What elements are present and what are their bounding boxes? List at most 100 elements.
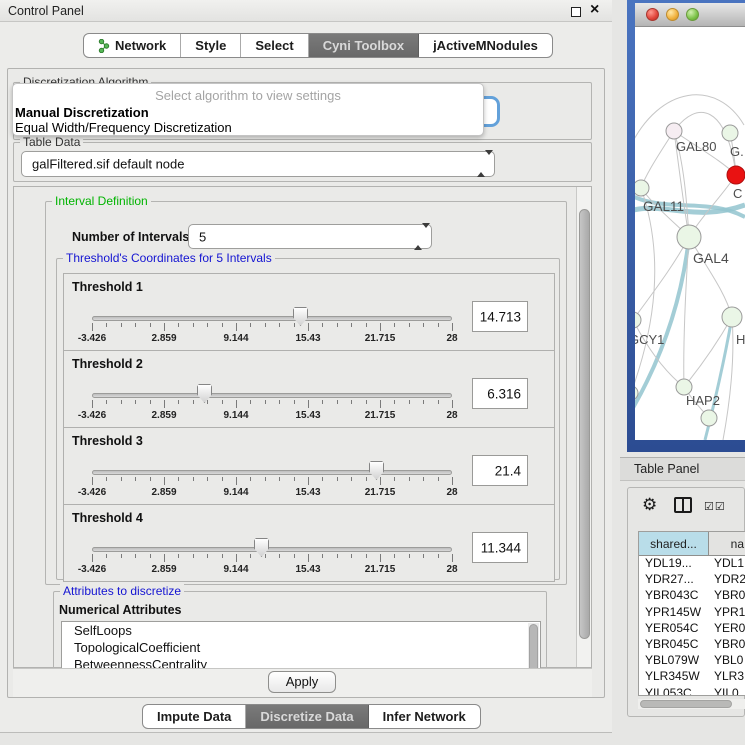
horizontal-scrollbar[interactable] [638,699,745,709]
tick-label: 2.859 [151,410,176,421]
table-row[interactable]: YPR145WYPR1 [639,605,745,621]
vertical-scrollbar[interactable] [576,187,591,667]
top-tab-bar: Network Style SelectCyni Toolbox jActiveMNo… [83,33,553,58]
tick-label: -3.426 [78,333,106,344]
stepper-icon [414,228,423,246]
network-canvas[interactable]: GAL80G.CGAL11GAL4GCY1HHAP2 [635,27,745,440]
threshold-label: Threshold 1 [72,280,143,294]
tab-select[interactable]: Select [241,34,308,57]
tab-jactivemnodules[interactable]: jActiveMNodules [419,34,552,57]
network-graph: GAL80G.CGAL11GAL4GCY1HHAP2 [635,27,745,440]
horizontal-scrollbar-thumb[interactable] [640,700,732,708]
attribute-item[interactable]: SelfLoops [62,622,540,639]
slider-track[interactable] [92,470,452,475]
settings-scrollpane: Interval Definition Number of Intervals … [13,186,592,668]
table-row[interactable]: YLR345WYLR3 [639,669,745,685]
slider-track[interactable] [92,316,452,321]
thresholds-group-title: Threshold's Coordinates for 5 Intervals [63,251,275,265]
tick-label: 15.43 [295,487,320,498]
num-intervals-combo[interactable]: 5 [188,224,432,249]
tick-label: -3.426 [78,410,106,421]
bottom-tab-bar: Impute Data Discretize Data Infer Network [142,704,481,729]
threshold-value: 14.713 [480,309,521,324]
minimize-traffic-light-icon[interactable] [666,8,679,21]
float-window-icon[interactable] [571,7,581,17]
network-node-label: C [733,186,742,201]
slider-track[interactable] [92,547,452,552]
threshold-value-field[interactable]: 21.4 [472,455,528,486]
cell-name: YBR0 [709,637,745,653]
table-header-row: shared... na [639,532,745,556]
gear-icon[interactable]: ⚙ [642,495,657,515]
table-data-group-title: Table Data [20,135,83,149]
tick-label: 15.43 [295,410,320,421]
threshold-value: 11.344 [481,540,521,555]
bottom-tab-discretize-data[interactable]: Discretize Data [246,705,368,728]
apply-button[interactable]: Apply [268,671,336,693]
cell-name: YDR2 [709,572,745,588]
slider-tick-labels: -3.4262.8599.14415.4321.71528 [92,487,452,498]
threshold-value-field[interactable]: 11.344 [472,532,528,563]
table-row[interactable]: YBL079WYBL0 [639,653,745,669]
table-data-combo[interactable]: galFiltered.sif default node [21,151,495,177]
threshold-card-2: Threshold 2-3.4262.8599.14415.4321.71528… [63,350,555,428]
threshold-value-field[interactable]: 14.713 [472,301,528,332]
checkbox-icons[interactable]: ☑☑ [704,500,726,513]
bottom-tab-impute-data[interactable]: Impute Data [143,705,246,728]
tick-label: 21.715 [365,410,396,421]
cell-shared-name: YPR145W [639,605,709,621]
tick-label: 9.144 [223,564,248,575]
tab-label: Discretize Data [260,709,353,724]
control-panel-title: Control Panel [8,4,84,18]
tab-label: jActiveMNodules [433,38,538,53]
close-icon[interactable]: × [590,1,599,19]
threshold-value-field[interactable]: 6.316 [472,378,528,409]
num-intervals-label: Number of Intervals [72,230,189,244]
interval-definition-title: Interval Definition [52,194,151,208]
tab-network[interactable]: Network [84,34,181,57]
split-view-icon[interactable] [674,497,692,513]
stepper-icon [477,155,486,173]
network-node-label: G. [730,144,744,159]
threshold-label: Threshold 3 [72,434,143,448]
bottom-tab-infer-network[interactable]: Infer Network [369,705,480,728]
network-node-label: GAL11 [643,199,684,214]
tab-cyni-toolbox[interactable]: Cyni Toolbox [309,34,419,57]
table-row[interactable]: YBR045CYBR0 [639,637,745,653]
network-node [635,180,649,196]
slider-track[interactable] [92,393,452,398]
node-table[interactable]: shared... na YDL19...YDL1YDR27...YDR2YBR… [638,531,745,696]
vertical-scrollbar-thumb[interactable] [579,209,590,639]
network-node-label: H [736,332,745,347]
tick-label: 15.43 [295,564,320,575]
network-view-window: GAL80G.CGAL11GAL4GCY1HHAP2 [627,0,745,452]
table-panel-titlebar: Table Panel [620,457,745,481]
cell-shared-name: YLR345W [639,669,709,685]
threshold-label: Threshold 4 [72,511,143,525]
algorithm-option-manual[interactable]: Manual Discretization [15,105,149,120]
zoom-traffic-light-icon[interactable] [686,8,699,21]
tab-label: Style [195,38,226,53]
numerical-attributes-list[interactable]: SelfLoopsTopologicalCoefficientBetweenne… [61,621,541,675]
column-header-shared-name[interactable]: shared... [639,532,709,555]
threshold-label: Threshold 2 [72,357,143,371]
tab-style[interactable]: Style [181,34,241,57]
network-node [727,166,745,184]
cell-shared-name: YBL079W [639,653,709,669]
network-node [677,225,701,249]
column-header-name[interactable]: na [709,532,745,555]
algorithm-placeholder: Select algorithm to view settings [13,88,483,103]
threshold-card-3: Threshold 3 -3.4262.8599.14415.4321.71528… [63,427,555,505]
tick-label: -3.426 [78,487,106,498]
table-row[interactable]: YIL053CYIL0 [639,686,745,697]
table-row[interactable]: YDR27...YDR2 [639,572,745,588]
table-row[interactable]: YBR043CYBR0 [639,588,745,604]
close-traffic-light-icon[interactable] [646,8,659,21]
cell-shared-name: YDR27... [639,572,709,588]
table-row[interactable]: YDL19...YDL1 [639,556,745,572]
table-data-group: Table Data galFiltered.sif default node [13,142,592,182]
attribute-item[interactable]: TopologicalCoefficient [62,639,540,656]
algorithm-option-equal-width[interactable]: Equal Width/Frequency Discretization [15,120,232,135]
cell-shared-name: YBR043C [639,588,709,604]
table-row[interactable]: YER054CYER0 [639,621,745,637]
